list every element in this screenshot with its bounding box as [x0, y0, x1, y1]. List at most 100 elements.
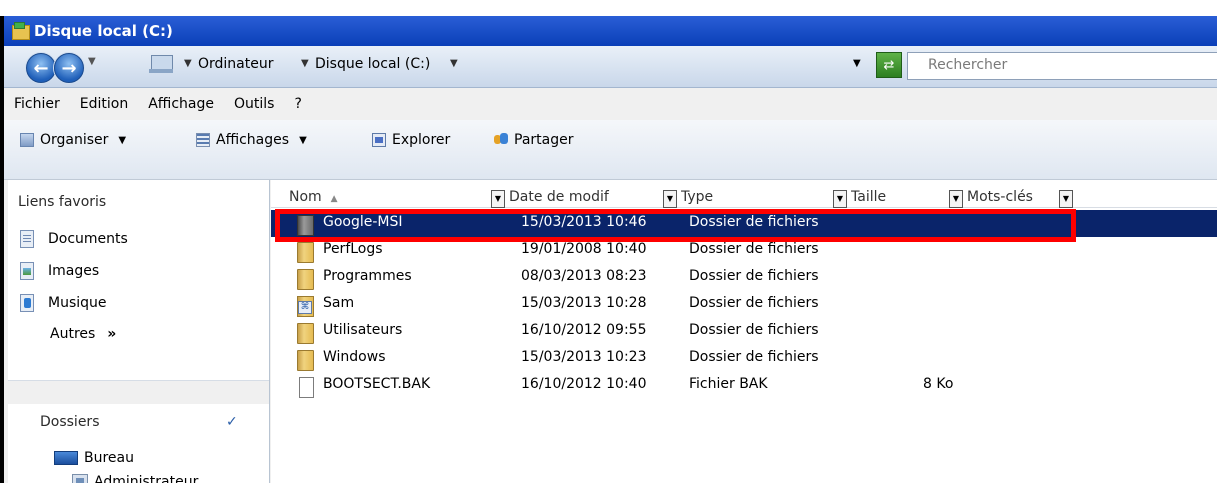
column-header-date[interactable]: Date de modif — [509, 189, 659, 208]
file-list: Google-MSI 15/03/2013 10:46 Dossier de f… — [271, 208, 1217, 483]
refresh-button[interactable]: ⇄ — [876, 52, 902, 78]
sidebar-item-label: Autres — [50, 326, 96, 342]
file-row-google-msi[interactable]: Google-MSI 15/03/2013 10:46 Dossier de f… — [271, 210, 1217, 237]
folders-header[interactable]: Dossiers — [40, 414, 100, 430]
column-header-mots-cles[interactable]: Mots-clés — [967, 189, 1057, 208]
folder-icon — [295, 323, 317, 344]
file-type: Dossier de fichiers — [689, 322, 819, 338]
sidebar-item-autres[interactable]: Autres » — [50, 326, 116, 342]
computer-icon — [149, 52, 175, 74]
partager-button[interactable]: Partager — [494, 132, 573, 148]
file-row-windows[interactable]: Windows 15/03/2013 10:23 Dossier de fich… — [271, 345, 1217, 372]
column-header-taille[interactable]: Taille — [851, 189, 946, 208]
menu-help[interactable]: ? — [294, 96, 301, 112]
views-icon — [196, 133, 210, 147]
menu-affichage[interactable]: Affichage — [148, 96, 214, 112]
explorer-window: Disque local (C:) ← → ▼ ▼ Ordinateur ▼ D… — [0, 16, 1217, 483]
affichages-button[interactable]: Affichages ▼ — [196, 132, 307, 148]
column-header-type[interactable]: Type — [681, 189, 831, 208]
sidebar-item-documents[interactable]: Documents — [20, 230, 128, 248]
chevron-down-icon: ▼ — [299, 134, 307, 146]
file-row-bootsect[interactable]: BOOTSECT.BAK 16/10/2012 10:40 Fichier BA… — [271, 372, 1217, 399]
file-row-sam[interactable]: Sam 15/03/2013 10:28 Dossier de fichiers — [271, 291, 1217, 318]
toolbar: Organiser ▼ Affichages ▼ Explorer Partag… — [4, 120, 1217, 180]
file-date: 15/03/2013 10:28 — [521, 295, 647, 311]
folder-icon — [295, 242, 317, 263]
title-bar: Disque local (C:) — [4, 16, 1217, 46]
sidebar-item-musique[interactable]: Musique — [20, 294, 107, 312]
chevron-down-icon[interactable]: ▼ — [450, 58, 458, 69]
column-filter-button[interactable]: ▼ — [663, 190, 677, 208]
chevron-down-icon[interactable]: ✓ — [226, 414, 238, 430]
sidebar-item-images[interactable]: Images — [20, 262, 99, 280]
images-icon — [20, 262, 34, 280]
back-button[interactable]: ← — [26, 53, 56, 83]
tree-item-administrateur[interactable]: Administrateur — [72, 474, 198, 483]
explorer-icon — [372, 133, 386, 147]
chevron-down-icon: ▼ — [118, 134, 127, 146]
folders-section: Dossiers ✓ Bureau Administrateur — [8, 404, 269, 483]
tree-item-label: Bureau — [84, 450, 134, 466]
file-size: 8 Ko — [923, 376, 954, 392]
chevron-down-icon[interactable]: ▼ — [301, 58, 309, 69]
sidebar-item-label: Documents — [48, 231, 128, 247]
column-header-nom[interactable]: Nom ▲ — [289, 189, 489, 208]
arrow-right-icon: → — [61, 57, 77, 79]
file-type: Dossier de fichiers — [689, 241, 819, 257]
column-filter-button[interactable]: ▼ — [491, 190, 505, 208]
organiser-button[interactable]: Organiser ▼ — [20, 132, 126, 148]
file-date: 15/03/2013 10:23 — [521, 349, 647, 365]
file-row-perflogs[interactable]: PerfLogs 19/01/2008 10:40 Dossier de fic… — [271, 237, 1217, 264]
breadcrumb-disque-local[interactable]: Disque local (C:) — [315, 56, 430, 72]
favorites-header: Liens favoris — [18, 194, 107, 210]
sidebar-item-label: Musique — [48, 295, 107, 311]
navigation-pane: Liens favoris Documents Images Musique A… — [8, 180, 270, 483]
window-title: Disque local (C:) — [34, 22, 173, 40]
file-name: Utilisateurs — [323, 322, 403, 338]
music-icon — [20, 294, 34, 312]
organize-icon — [20, 133, 34, 147]
column-filter-button[interactable]: ▼ — [833, 190, 847, 208]
recent-pages-dropdown[interactable]: ▼ — [88, 56, 96, 67]
search-input[interactable]: Rechercher — [907, 52, 1217, 80]
menu-outils[interactable]: Outils — [234, 96, 274, 112]
chevron-down-icon[interactable]: ▼ — [184, 58, 192, 69]
refresh-icon: ⇄ — [883, 57, 895, 73]
folder-icon — [295, 269, 317, 290]
pane-separator[interactable] — [8, 380, 269, 404]
sort-up-icon: ▲ — [330, 194, 338, 204]
sidebar-item-label: Images — [48, 263, 100, 279]
folder-icon — [295, 215, 317, 236]
menu-bar: Fichier Edition Affichage Outils ? — [4, 88, 1217, 120]
menu-edition[interactable]: Edition — [80, 96, 128, 112]
file-name: Google-MSI — [323, 214, 403, 230]
documents-icon — [20, 230, 34, 248]
file-type: Dossier de fichiers — [689, 214, 819, 230]
address-dropdown[interactable]: ▼ — [853, 58, 861, 69]
breadcrumb-ordinateur[interactable]: Ordinateur — [198, 56, 274, 72]
file-row-programmes[interactable]: Programmes 08/03/2013 08:23 Dossier de f… — [271, 264, 1217, 291]
file-type: Fichier BAK — [689, 376, 768, 392]
file-row-utilisateurs[interactable]: Utilisateurs 16/10/2012 09:55 Dossier de… — [271, 318, 1217, 345]
partager-label: Partager — [514, 132, 574, 148]
share-icon — [494, 133, 508, 147]
file-date: 15/03/2013 10:46 — [521, 214, 647, 230]
explorer-button[interactable]: Explorer — [372, 132, 450, 148]
tree-item-bureau[interactable]: Bureau — [54, 450, 134, 466]
forward-button[interactable]: → — [54, 53, 84, 83]
file-icon — [295, 377, 317, 398]
file-type: Dossier de fichiers — [689, 268, 819, 284]
column-headers: Nom ▲ ▼ Date de modif ▼ Type ▼ Taille ▼ … — [271, 180, 1217, 208]
tree-item-label: Administrateur — [94, 474, 199, 483]
user-folder-icon — [72, 474, 88, 483]
menu-fichier[interactable]: Fichier — [14, 96, 60, 112]
column-filter-button[interactable]: ▼ — [949, 190, 963, 208]
file-date: 16/10/2012 10:40 — [521, 376, 647, 392]
arrow-left-icon: ← — [33, 57, 49, 79]
top-strip — [0, 0, 1217, 16]
explorer-label: Explorer — [392, 132, 451, 148]
user-folder-icon — [295, 296, 317, 317]
file-name: Sam — [323, 295, 355, 311]
double-chevron-icon: » — [107, 326, 117, 342]
column-filter-button[interactable]: ▼ — [1059, 190, 1073, 208]
